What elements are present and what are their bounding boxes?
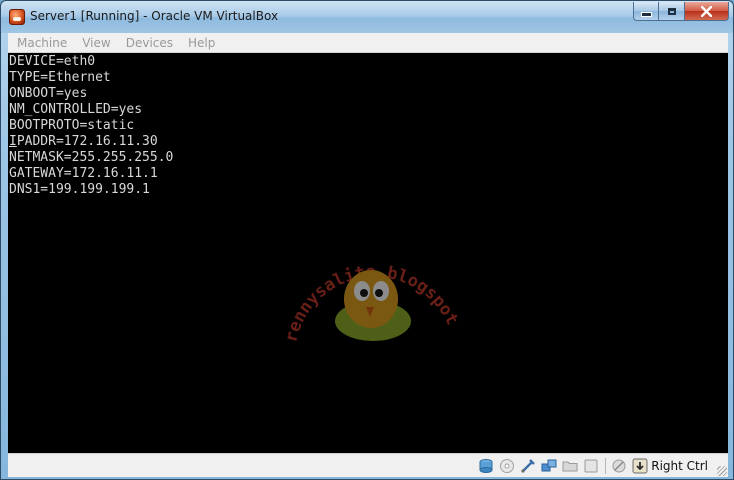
- host-key-label: Right Ctrl: [651, 459, 708, 473]
- console-line: NETMASK=255.255.255.0: [9, 150, 174, 165]
- close-button[interactable]: [685, 2, 729, 21]
- menu-devices[interactable]: Devices: [126, 36, 173, 50]
- close-icon: [701, 5, 712, 17]
- shared-folders-icon[interactable]: [562, 458, 578, 474]
- mouse-integration-icon[interactable]: [611, 458, 627, 474]
- status-separator: [605, 458, 607, 474]
- minimize-button[interactable]: [633, 2, 659, 21]
- optical-drive-icon[interactable]: [499, 458, 515, 474]
- usb-icon[interactable]: [520, 458, 536, 474]
- title-bar[interactable]: Server1 [Running] - Oracle VM VirtualBox: [1, 1, 733, 33]
- console-line-ipaddr: IPADDR=172.16.11.30: [9, 134, 173, 150]
- network-icon[interactable]: [541, 458, 557, 474]
- console-line-rest: PADDR=172.16.11.30: [16, 134, 158, 149]
- vm-console-screen[interactable]: DEVICE=eth0 TYPE=Ethernet ONBOOT=yes NM_…: [8, 53, 728, 453]
- virtualbox-window: Server1 [Running] - Oracle VM VirtualBox…: [0, 0, 734, 480]
- resize-grip[interactable]: [717, 466, 727, 476]
- blog-watermark: rennysalita.blogspot.com: [278, 225, 462, 344]
- caption-buttons: [633, 2, 729, 21]
- text-cursor: I: [9, 134, 17, 149]
- minimize-icon: [640, 12, 652, 17]
- console-line: BOOTPROTO=static: [9, 118, 135, 133]
- console-line: GATEWAY=172.16.11.1: [9, 166, 158, 181]
- console-text: DEVICE=eth0 TYPE=Ethernet ONBOOT=yes NM_…: [9, 54, 173, 198]
- menu-machine[interactable]: Machine: [17, 36, 67, 50]
- menu-help[interactable]: Help: [188, 36, 215, 50]
- menu-view[interactable]: View: [82, 36, 110, 50]
- status-indicators: Right Ctrl: [473, 457, 724, 475]
- maximize-icon: [667, 7, 676, 15]
- hard-disk-icon[interactable]: [478, 458, 494, 474]
- display-icon[interactable]: [583, 458, 599, 474]
- host-key-icon[interactable]: [632, 458, 648, 474]
- console-line: DEVICE=eth0: [9, 54, 96, 69]
- virtualbox-app-icon: [9, 9, 25, 25]
- maximize-button[interactable]: [659, 2, 685, 21]
- status-bar: Right Ctrl: [8, 453, 728, 477]
- console-line: ONBOOT=yes: [9, 86, 88, 101]
- menu-bar: Machine View Devices Help: [8, 33, 728, 53]
- console-line: DNS1=199.199.199.1: [9, 182, 150, 197]
- console-line: NM_CONTROLLED=yes: [9, 102, 143, 117]
- console-line: TYPE=Ethernet: [9, 70, 111, 85]
- window-title: Server1 [Running] - Oracle VM VirtualBox: [30, 9, 279, 23]
